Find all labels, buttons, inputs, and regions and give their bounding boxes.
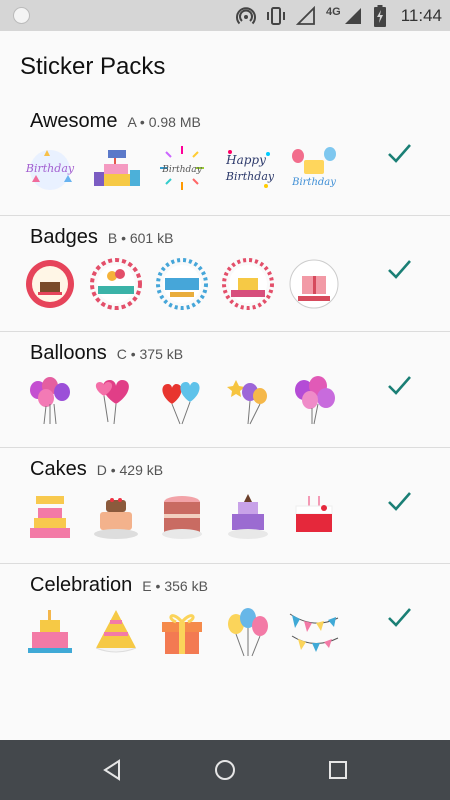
added-check-icon: [388, 608, 411, 627]
svg-text:Birthday: Birthday: [225, 170, 274, 183]
balloons-sticker[interactable]: [220, 604, 276, 660]
added-check-icon: [388, 260, 411, 279]
sticker-pack-awesome[interactable]: Awesome A • 0.98 MB Birthday Birthday Ha…: [0, 100, 450, 216]
back-icon[interactable]: [100, 758, 124, 782]
hotspot-icon: [236, 6, 257, 24]
happy-birthday-to-you-sticker[interactable]: Birthday: [22, 140, 78, 196]
star-balloons-sticker[interactable]: [220, 372, 276, 428]
pack-meta: B • 601 kB: [107, 230, 174, 246]
svg-text:Birthday: Birthday: [25, 162, 75, 175]
signal-icon: [344, 7, 361, 24]
pack-name: Badges: [30, 226, 98, 248]
added-check-icon: [388, 492, 411, 511]
happy-birthday-ribbon-badge-sticker[interactable]: [88, 256, 144, 312]
page-title: Sticker Packs: [20, 53, 166, 80]
birthday-burst-sticker[interactable]: Birthday: [154, 140, 210, 196]
sticker-pack-celebration[interactable]: Celebration E • 356 kB: [0, 564, 450, 680]
birthday-cake-sticker[interactable]: [22, 604, 78, 660]
pack-meta: A • 0.98 MB: [127, 114, 201, 130]
purple-balloons-sticker[interactable]: [286, 372, 342, 428]
sticker-pack-cakes[interactable]: Cakes D • 429 kB: [0, 448, 450, 564]
pack-meta: E • 356 kB: [142, 578, 208, 594]
clock: 11:44: [400, 5, 442, 25]
status-bar: 4G 11:44: [0, 0, 450, 31]
pack-name: Balloons: [30, 342, 107, 364]
cake-badge-sticker[interactable]: [22, 256, 78, 312]
happy-birthday-script-sticker[interactable]: Happy Birthday: [220, 140, 276, 196]
chocolate-cake-sticker[interactable]: [88, 488, 144, 544]
happy-birthday-scalloped-badge-sticker[interactable]: [154, 256, 210, 312]
added-check-icon: [388, 144, 411, 163]
recents-icon[interactable]: [326, 758, 350, 782]
happy-birthday-gifts-cake-sticker[interactable]: [88, 140, 144, 196]
vibrate-icon: [267, 6, 286, 25]
pack-meta: C • 375 kB: [116, 346, 184, 362]
heart-balloons-sticker[interactable]: [88, 372, 144, 428]
svg-text:Birthday: Birthday: [161, 165, 202, 175]
navigation-bar: [0, 740, 450, 800]
happy-birthday-gift-badge-sticker[interactable]: [286, 256, 342, 312]
pack-meta: D • 429 kB: [96, 462, 164, 478]
network-type: 4G: [326, 5, 341, 18]
battery-charging-icon: [373, 4, 386, 27]
candle-cake-sticker[interactable]: [286, 488, 342, 544]
home-icon[interactable]: [213, 758, 237, 782]
bunting-flags-sticker[interactable]: [286, 604, 342, 660]
happy-birthday-cake-sticker[interactable]: [22, 488, 78, 544]
sticker-pack-badges[interactable]: Badges B • 601 kB: [0, 216, 450, 332]
pack-name: Celebration: [30, 574, 133, 596]
svg-text:Happy: Happy: [225, 153, 266, 167]
added-check-icon: [388, 376, 411, 395]
svg-text:Birthday: Birthday: [291, 177, 336, 188]
app-bar: Sticker Packs: [0, 31, 450, 103]
happy-birthday-balloons-sticker[interactable]: Birthday: [286, 140, 342, 196]
pack-name: Awesome: [30, 110, 118, 132]
red-blue-heart-balloons-sticker[interactable]: [154, 372, 210, 428]
purple-layer-cake-sticker[interactable]: [220, 488, 276, 544]
party-hat-sticker[interactable]: [88, 604, 144, 660]
no-signal-icon: [296, 5, 315, 25]
balloon-bunch-sticker[interactable]: [22, 372, 78, 428]
app-notification-icon: [13, 7, 30, 24]
sticker-pack-balloons[interactable]: Balloons C • 375 kB: [0, 332, 450, 448]
pack-name: Cakes: [30, 458, 87, 480]
birthday-cake-badge-sticker[interactable]: [220, 256, 276, 312]
gift-box-sticker[interactable]: [154, 604, 210, 660]
pink-cake-sticker[interactable]: [154, 488, 210, 544]
